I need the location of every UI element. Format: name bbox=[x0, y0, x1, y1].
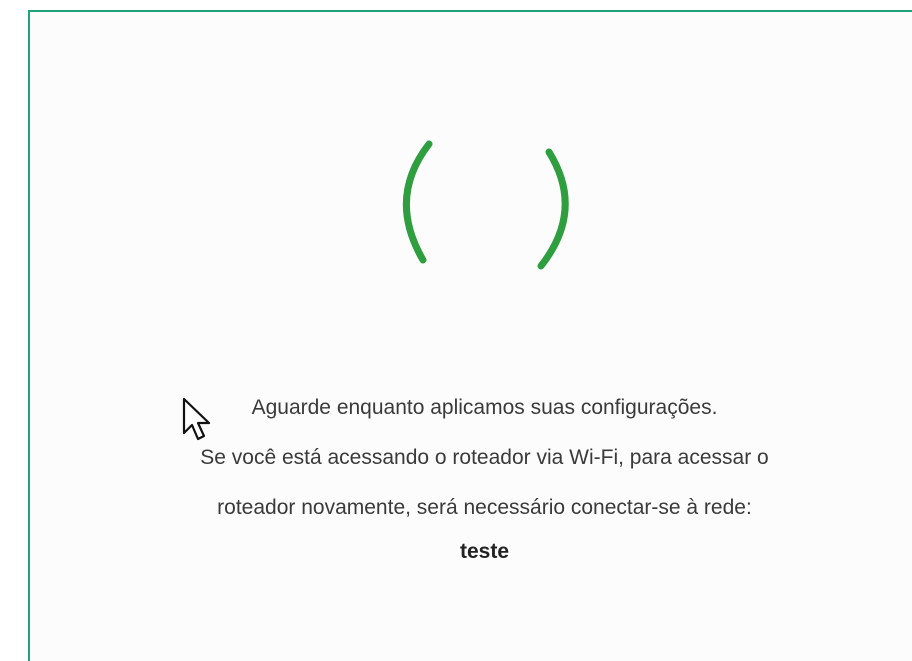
loading-spinner-icon bbox=[403, 140, 569, 270]
status-message: Aguarde enquanto aplicamos suas configur… bbox=[28, 383, 912, 577]
network-name: teste bbox=[459, 540, 510, 563]
status-line-3: roteador novamente, será necessário cone… bbox=[217, 496, 752, 519]
status-line-2: Se você está acessando o roteador via Wi… bbox=[200, 446, 769, 469]
mouse-pointer-icon bbox=[182, 397, 211, 441]
status-line-1: Aguarde enquanto aplicamos suas configur… bbox=[251, 396, 718, 419]
page: Aguarde enquanto aplicamos suas configur… bbox=[0, 0, 912, 661]
